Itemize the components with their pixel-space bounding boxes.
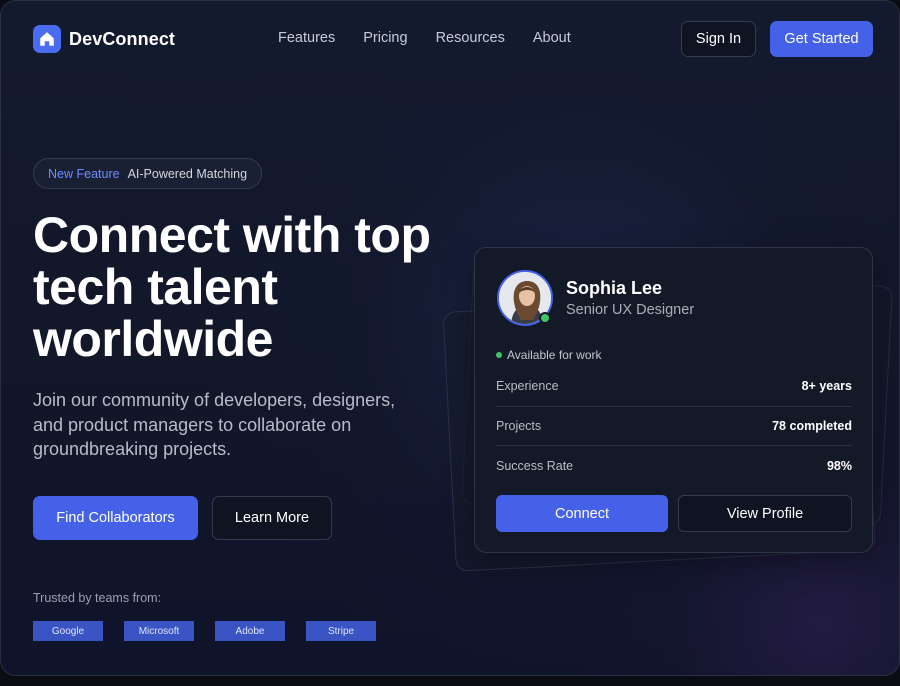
stat-value: 8+ years: [801, 379, 852, 394]
connect-button[interactable]: Connect: [496, 495, 668, 532]
availability-text: Available for work: [507, 348, 602, 362]
hero-headline: Connect with top tech talent worldwide: [33, 207, 431, 367]
nav-link-resources[interactable]: Resources: [436, 30, 505, 46]
badge-text: AI-Powered Matching: [127, 166, 248, 181]
stat-label: Experience: [496, 379, 559, 394]
stat-value: 78 completed: [772, 418, 852, 433]
availability-status: Available for work: [496, 348, 602, 362]
sign-in-button[interactable]: Sign In: [681, 21, 756, 57]
stat-row: Success Rate 98%: [496, 446, 852, 486]
feature-badge[interactable]: New Feature AI-Powered Matching: [33, 158, 263, 189]
view-profile-button[interactable]: View Profile: [678, 495, 852, 532]
stat-row: Experience 8+ years: [496, 367, 852, 407]
brand-name: DevConnect: [69, 28, 176, 49]
logo-microsoft: Microsoft: [124, 621, 194, 641]
brand[interactable]: DevConnect: [33, 25, 175, 53]
get-started-button[interactable]: Get Started: [770, 21, 873, 57]
profile-name: Sophia Lee: [566, 278, 663, 298]
badge-tag: New Feature: [48, 166, 120, 181]
logo-google: Google: [33, 621, 103, 641]
profile-stats: Experience 8+ years Projects 78 complete…: [496, 367, 852, 486]
learn-more-button[interactable]: Learn More: [212, 496, 332, 540]
app-window: DevConnect Features Pricing Resources Ab…: [0, 0, 900, 676]
trusted-by-label: Trusted by teams from:: [33, 591, 162, 605]
stat-label: Projects: [496, 418, 542, 433]
stat-label: Success Rate: [496, 458, 574, 473]
nav-links: Features Pricing Resources About: [278, 30, 571, 46]
nav-link-about[interactable]: About: [533, 30, 571, 46]
hero-subtext: Join our community of developers, design…: [33, 390, 396, 459]
available-dot-icon: [496, 352, 502, 358]
logo-stripe: Stripe: [306, 621, 376, 641]
partner-logos: Google Microsoft Adobe Stripe: [33, 621, 376, 641]
profile-card: Sophia Lee Senior UX Designer Available …: [474, 247, 873, 553]
home-icon: [33, 25, 61, 53]
stat-value: 98%: [826, 458, 852, 473]
find-collaborators-button[interactable]: Find Collaborators: [33, 496, 198, 540]
top-nav: DevConnect Features Pricing Resources Ab…: [1, 1, 899, 77]
logo-adobe: Adobe: [215, 621, 285, 641]
stat-row: Projects 78 completed: [496, 407, 852, 446]
profile-role: Senior UX Designer: [566, 302, 695, 318]
nav-link-pricing[interactable]: Pricing: [363, 30, 407, 46]
online-status-dot: [539, 312, 551, 324]
nav-link-features[interactable]: Features: [278, 30, 335, 46]
